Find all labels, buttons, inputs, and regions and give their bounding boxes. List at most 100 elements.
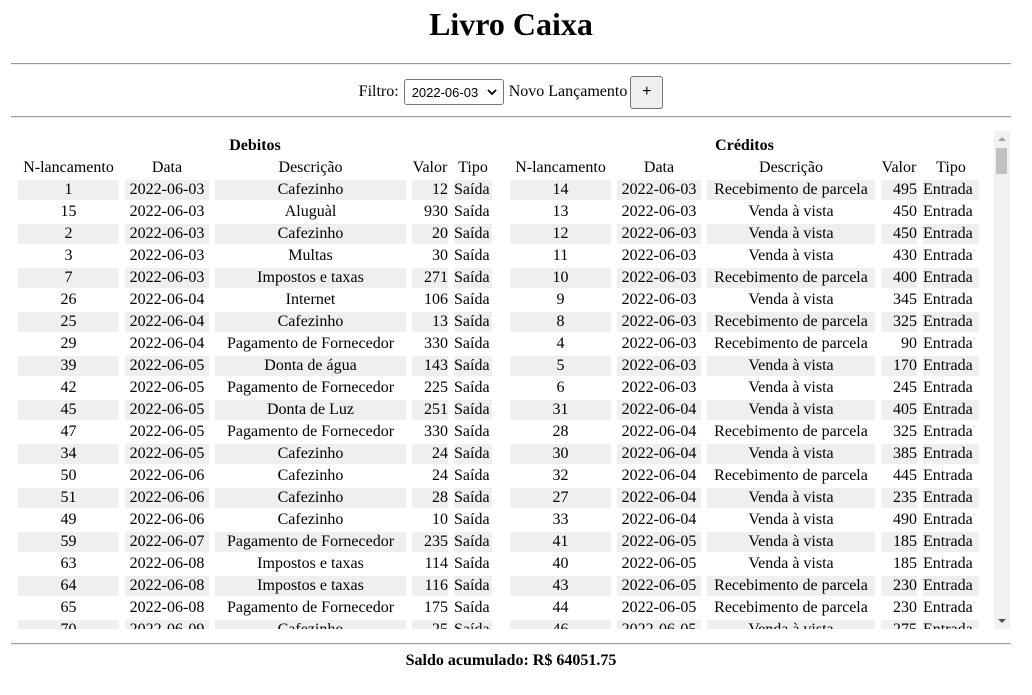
table-cell: Cafezinho bbox=[215, 488, 406, 508]
table-cell: Saída bbox=[454, 599, 490, 616]
ledger-scroll-area[interactable]: Debitos N-lancamento Data Descrição Valor Ti… bbox=[12, 131, 1010, 629]
table-cell: 2022-06-03 bbox=[621, 291, 697, 308]
table-cell: 24 bbox=[432, 467, 448, 484]
table-cell: 251 bbox=[412, 400, 448, 420]
add-entry-button[interactable]: + bbox=[630, 75, 664, 109]
table-cell: 2022-06-04 bbox=[125, 312, 209, 332]
table-cell: Venda à vista bbox=[707, 400, 875, 420]
table-cell: 2022-06-04 bbox=[621, 467, 697, 484]
table-cell: Recebimento de parcela bbox=[707, 312, 875, 332]
table-cell: 42 bbox=[60, 379, 77, 396]
table-cell: 143 bbox=[412, 356, 448, 376]
table-row: 65 2022-06-08 Pagamento de Fornecedor 175 Sa… bbox=[18, 598, 492, 618]
table-cell: Pagamento de Fornecedor bbox=[226, 423, 395, 440]
balance-summary: Saldo acumulado: R$ 64051.75 bbox=[405, 652, 617, 669]
table-cell: Entrada bbox=[923, 620, 979, 629]
table-cell: 2022-06-05 bbox=[617, 620, 701, 629]
column-header: Descrição bbox=[278, 159, 343, 176]
table-row: 41 2022-06-05 Venda à vista 185 Entrada bbox=[510, 532, 979, 552]
table-cell: Saída bbox=[454, 379, 490, 396]
table-cell: 13 bbox=[552, 203, 569, 220]
table-cell: 235 bbox=[881, 488, 917, 508]
table-cell: 230 bbox=[893, 599, 917, 616]
table-row: 15 2022-06-03 Aluguàl 930 Saída bbox=[18, 202, 492, 222]
table-cell: 44 bbox=[552, 599, 569, 616]
table-cell: Entrada bbox=[923, 488, 979, 508]
table-row: 45 2022-06-05 Donta de Luz 251 Saída bbox=[18, 400, 492, 420]
table-row: 6 2022-06-03 Venda à vista 245 Entrada bbox=[510, 378, 979, 398]
scroll-down-arrow-icon[interactable] bbox=[994, 613, 1010, 629]
table-cell: 2022-06-04 bbox=[129, 335, 205, 352]
new-entry-label: Novo Lançamento bbox=[508, 83, 628, 100]
table-cell: 400 bbox=[881, 268, 917, 288]
table-cell: 12 bbox=[412, 180, 448, 200]
table-cell: 2022-06-05 bbox=[617, 576, 701, 596]
top-divider bbox=[11, 63, 1011, 65]
table-cell: 28 bbox=[412, 488, 448, 508]
column-header: N-lancamento bbox=[23, 159, 114, 176]
table-row: 28 2022-06-04 Recebimento de parcela 325 Ent… bbox=[510, 422, 979, 442]
scroll-up-arrow-icon[interactable] bbox=[994, 131, 1010, 147]
table-cell: 13 bbox=[412, 312, 448, 332]
vertical-scrollbar[interactable] bbox=[994, 131, 1010, 629]
table-cell: 930 bbox=[424, 203, 448, 220]
table-cell: 2022-06-03 bbox=[125, 268, 209, 288]
table-row: 12 2022-06-03 Venda à vista 450 Entrada bbox=[510, 224, 979, 244]
table-cell: 34 bbox=[18, 444, 119, 464]
table-cell: 2022-06-08 bbox=[129, 555, 205, 572]
table-cell: 49 bbox=[60, 511, 77, 528]
table-cell: 11 bbox=[552, 247, 569, 264]
table-cell: 185 bbox=[881, 532, 917, 552]
table-cell: 405 bbox=[881, 400, 917, 420]
table-cell: 15 bbox=[60, 203, 77, 220]
table-cell: 2022-06-03 bbox=[617, 224, 701, 244]
table-row: 42 2022-06-05 Pagamento de Fornecedor 225 Sa… bbox=[18, 378, 492, 398]
table-cell: 430 bbox=[893, 247, 917, 264]
table-cell: Saída bbox=[454, 511, 490, 528]
table-row: 7 2022-06-03 Impostos e taxas 271 Saída bbox=[18, 268, 492, 288]
table-cell: 2022-06-03 bbox=[129, 203, 205, 220]
table-row: 47 2022-06-05 Pagamento de Fornecedor 330 Sa… bbox=[18, 422, 492, 442]
date-filter-select[interactable]: 2022-06-03 bbox=[403, 79, 504, 105]
table-row: 27 2022-06-04 Venda à vista 235 Entrada bbox=[510, 488, 979, 508]
table-cell: 59 bbox=[18, 532, 119, 552]
table-cell: 12 bbox=[510, 224, 611, 244]
table-cell: 9 bbox=[556, 291, 565, 308]
table-row: 34 2022-06-05 Cafezinho 24 Saída bbox=[18, 444, 492, 464]
table-cell: Entrada bbox=[923, 247, 973, 264]
table-cell: Entrada bbox=[923, 312, 979, 332]
table-cell: Impostos e taxas bbox=[215, 576, 406, 596]
table-row: 4 2022-06-03 Recebimento de parcela 90 Entra… bbox=[510, 334, 979, 354]
table-cell: Venda à vista bbox=[748, 247, 834, 264]
table-row: 14 2022-06-03 Recebimento de parcela 495 Ent… bbox=[510, 180, 979, 200]
table-cell: Recebimento de parcela bbox=[707, 268, 875, 288]
bottom-divider bbox=[11, 643, 1011, 645]
table-row: 2 2022-06-03 Cafezinho 20 Saída bbox=[18, 224, 492, 244]
table-cell: 30 bbox=[510, 444, 611, 464]
table-row: 26 2022-06-04 Internet 106 Saída bbox=[18, 290, 492, 310]
table-cell: 46 bbox=[510, 620, 611, 629]
table-cell: 2022-06-04 bbox=[617, 400, 701, 420]
table-row: 25 2022-06-04 Cafezinho 13 Saída bbox=[18, 312, 492, 332]
scrollbar-thumb[interactable] bbox=[996, 148, 1007, 174]
table-cell: Entrada bbox=[923, 291, 973, 308]
table-cell: Saída bbox=[454, 444, 492, 464]
table-cell: 26 bbox=[60, 291, 77, 308]
table-cell: Donta de Luz bbox=[215, 400, 406, 420]
debits-table: Debitos N-lancamento Data Descrição Valor Ti… bbox=[12, 134, 498, 629]
table-cell: 6 bbox=[556, 379, 565, 396]
table-cell: Saída bbox=[454, 312, 492, 332]
table-cell: Pagamento de Fornecedor bbox=[215, 532, 406, 552]
table-cell: 2022-06-03 bbox=[125, 180, 209, 200]
table-cell: 325 bbox=[881, 312, 917, 332]
filter-label: Filtro: bbox=[358, 83, 399, 100]
table-cell: 64 bbox=[18, 576, 119, 596]
table-cell: Entrada bbox=[923, 423, 973, 440]
table-cell: 33 bbox=[552, 511, 569, 528]
table-cell: Saída bbox=[454, 576, 492, 596]
table-cell: Entrada bbox=[923, 379, 973, 396]
table-cell: Cafezinho bbox=[215, 444, 406, 464]
table-row: 8 2022-06-03 Recebimento de parcela 325 Entr… bbox=[510, 312, 979, 332]
table-row: 31 2022-06-04 Venda à vista 405 Entrada bbox=[510, 400, 979, 420]
table-row: 33 2022-06-04 Venda à vista 490 Entrada bbox=[510, 510, 979, 530]
